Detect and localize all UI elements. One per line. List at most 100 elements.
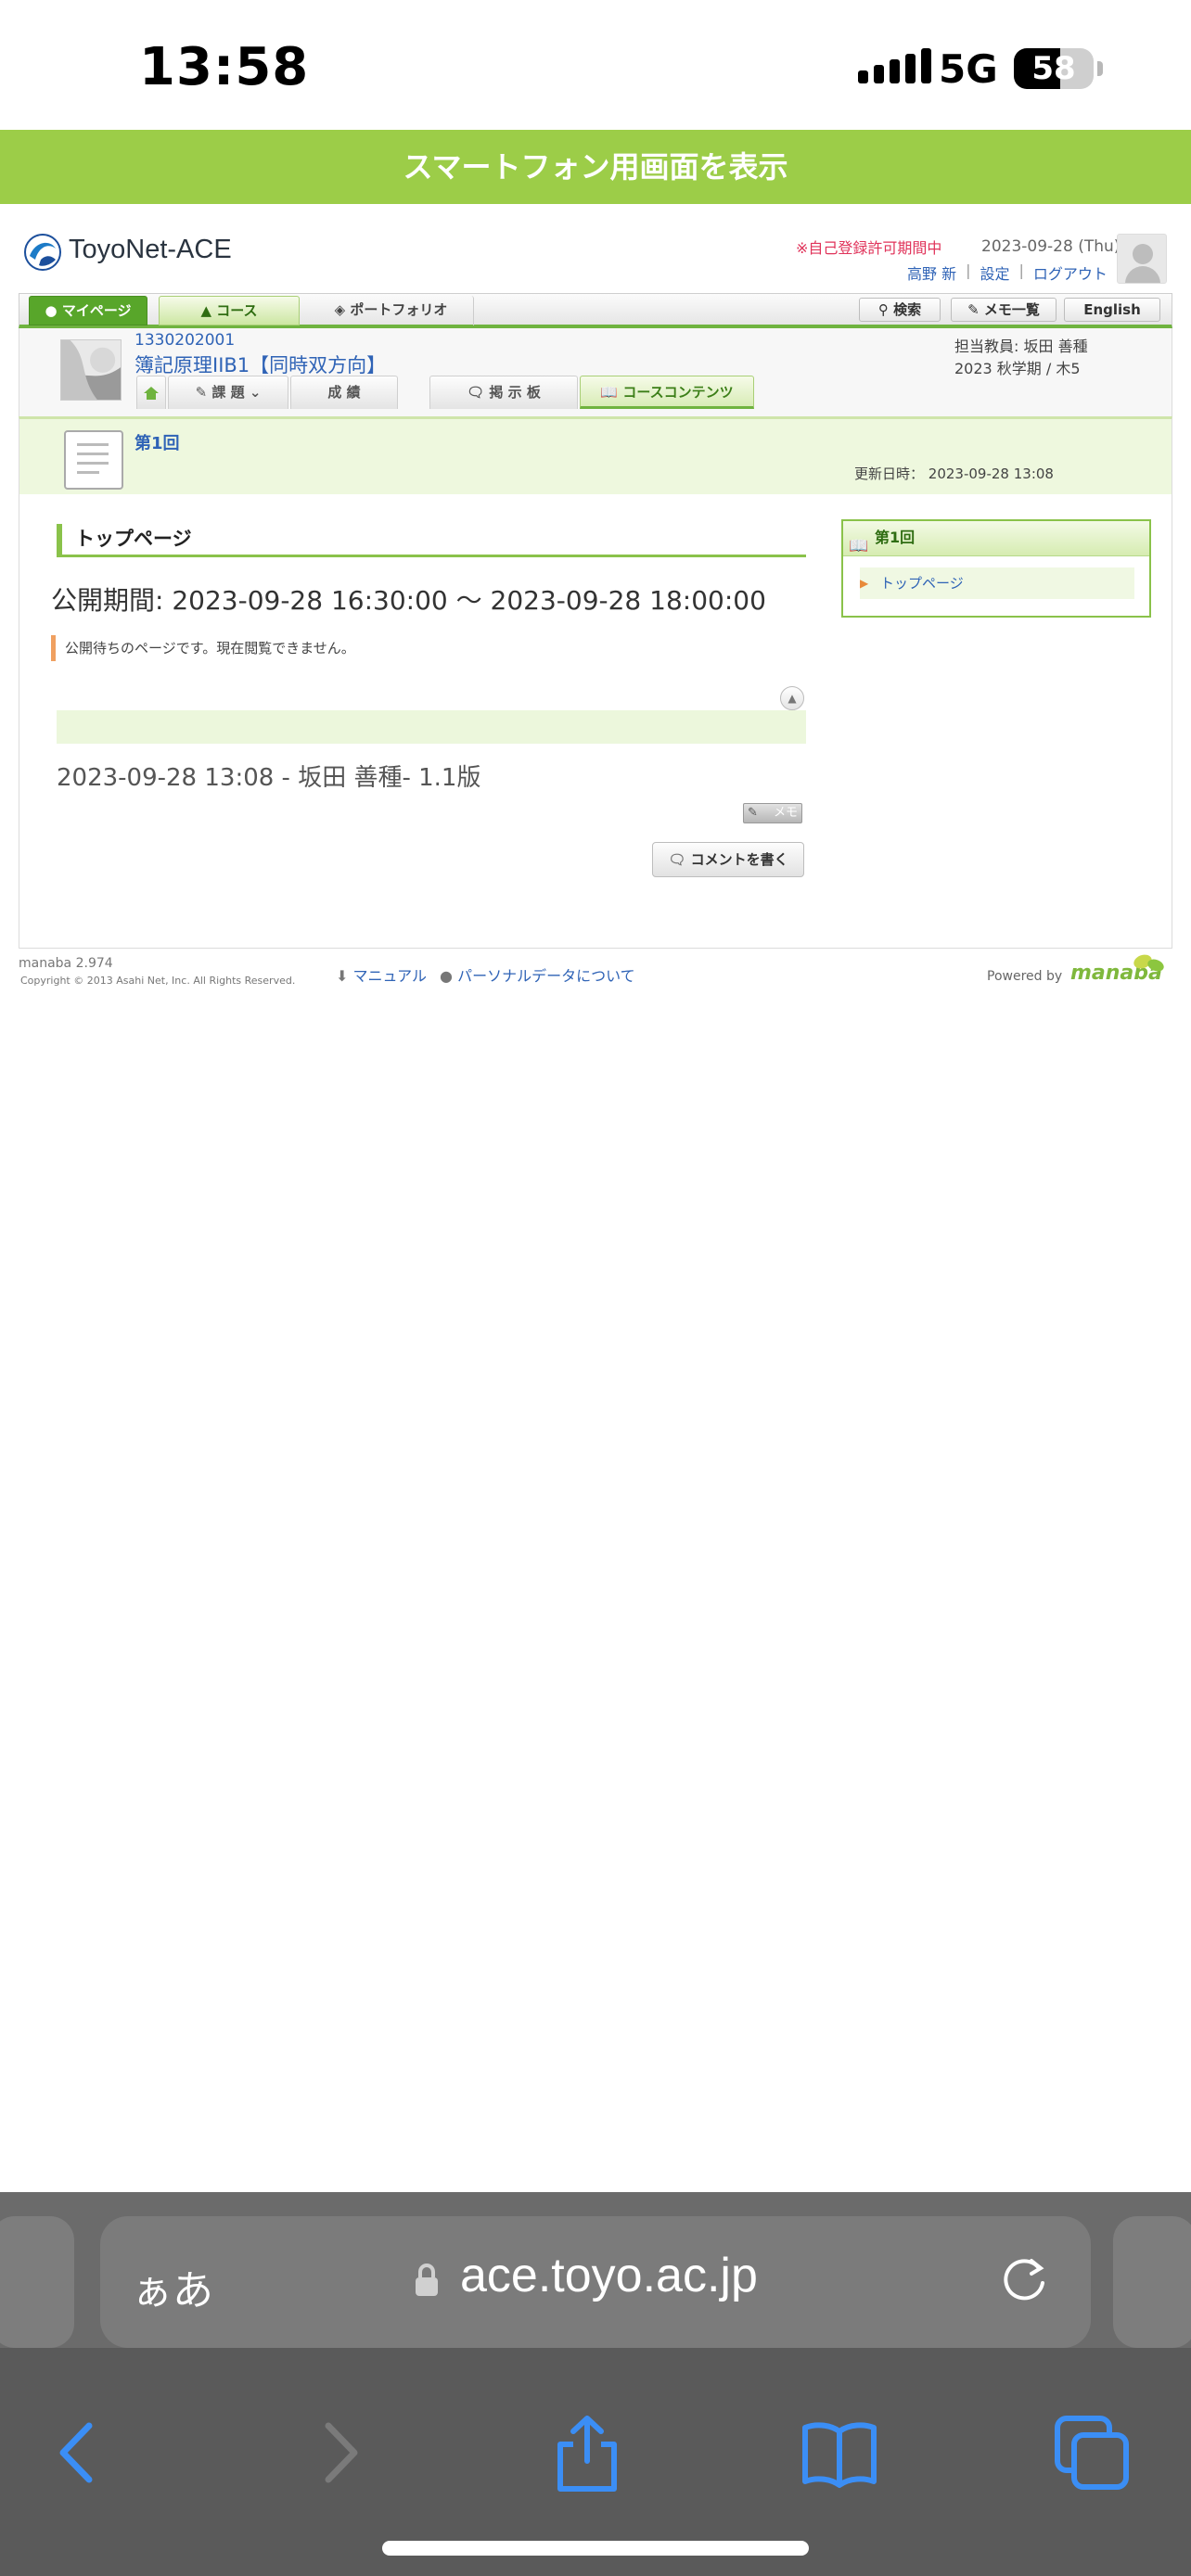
user-name-link[interactable]: 高野 新: [907, 261, 956, 284]
tab-course[interactable]: ▲ コース: [159, 296, 300, 325]
updated-value: 2023-09-28 13:08: [928, 465, 1054, 482]
bookmarks-icon[interactable]: [798, 2411, 881, 2494]
task-icon: ✎: [195, 384, 208, 401]
page-sidebar: 📖 第1回 ▶ トップページ: [841, 519, 1151, 618]
section-title: トップページ: [57, 524, 806, 557]
separator: |: [1018, 261, 1024, 279]
updated-at: 更新日時： 2023-09-28 13:08: [854, 464, 1054, 483]
book-icon: 📖: [849, 537, 869, 555]
personal-data-link[interactable]: ● パーソナルデータについて: [440, 963, 635, 986]
write-comment-button[interactable]: 🗨 コメントを書く: [652, 842, 804, 877]
forward-icon[interactable]: [297, 2411, 380, 2494]
tab-label: ポートフォリオ: [350, 301, 448, 318]
sidebar-header[interactable]: 📖 第1回: [843, 521, 1149, 556]
battery-level: 58: [1031, 50, 1076, 87]
memo-icon: ✎: [748, 806, 758, 820]
tabs-icon[interactable]: [1050, 2411, 1133, 2494]
comment-label: コメントを書く: [690, 851, 788, 868]
manual-link[interactable]: ⬇ マニュアル: [336, 963, 427, 986]
tab-label: マイページ: [61, 302, 132, 319]
page-title[interactable]: 第1回: [134, 430, 180, 454]
updated-label: 更新日時：: [854, 465, 925, 482]
battery-icon: 58: [1014, 48, 1094, 89]
avatar[interactable]: [1117, 234, 1167, 284]
self-registration-notice[interactable]: ※自己登録許可期間中: [796, 236, 941, 258]
memo-button[interactable]: ✎ メモ: [743, 803, 802, 823]
separator: |: [966, 261, 971, 279]
smartphone-view-button[interactable]: スマートフォン用画面を表示: [0, 130, 1191, 204]
memo-list-label: メモ一覧: [983, 301, 1040, 318]
manaba-version: manaba 2.974: [19, 956, 113, 971]
sidebar-item-label: トップページ: [880, 575, 964, 592]
page-header: 第1回 更新日時： 2023-09-28 13:08: [19, 416, 1172, 494]
network-type: 5G: [939, 46, 998, 92]
publish-period: 公開期間: 2023-09-28 16:30:00 〜 2023-09-28 1…: [51, 585, 766, 616]
memo-list-button[interactable]: ✎ メモ一覧: [951, 298, 1057, 322]
tab-portfolio[interactable]: ◈ ポートフォリオ: [309, 296, 474, 325]
course-teacher: 担当教員: 坂田 善種: [954, 338, 1088, 355]
content-band: [57, 710, 806, 744]
course-code[interactable]: 1330202001: [134, 331, 235, 350]
course-icon: ▲: [200, 302, 212, 319]
course-thumbnail-icon: [60, 339, 122, 401]
sidebar-title: 第1回: [875, 529, 916, 546]
copyright: Copyright © 2013 Asahi Net, Inc. All Rig…: [20, 975, 296, 987]
search-label: 検索: [893, 301, 922, 318]
url-text[interactable]: ace.toyo.ac.jp: [460, 2248, 758, 2303]
address-bar[interactable]: ぁあ ace.toyo.ac.jp: [100, 2216, 1091, 2348]
manual-label: マニュアル: [352, 967, 428, 985]
header-links: 高野 新 | 設定 | ログアウト: [907, 261, 1108, 284]
triangle-right-icon: ▶: [860, 577, 869, 590]
page-content: トップページ 公開期間: 2023-09-28 16:30:00 〜 2023-…: [19, 494, 1172, 949]
course-term: 2023 秋学期 / 木5: [954, 360, 1081, 377]
share-icon[interactable]: [545, 2411, 629, 2494]
person-icon: ●: [440, 967, 453, 985]
settings-link[interactable]: 設定: [980, 261, 1009, 284]
document-icon: [64, 430, 123, 490]
tab-grade[interactable]: 成 績: [290, 376, 398, 409]
header-date: 2023-09-28 (Thu): [981, 237, 1121, 256]
logout-link[interactable]: ログアウト: [1033, 261, 1108, 284]
tab-task[interactable]: ✎ 課 題 ⌄: [168, 376, 288, 409]
search-icon: ⚲: [877, 301, 889, 318]
version-info: 2023-09-28 13:08 - 坂田 善種- 1.1版: [57, 764, 481, 792]
manaba-leaf-icon: [1133, 954, 1164, 972]
tab-label: コース: [216, 302, 258, 319]
tab-mypage[interactable]: ● マイページ: [29, 296, 147, 325]
back-icon[interactable]: [37, 2411, 121, 2494]
lock-icon: [416, 2264, 438, 2296]
toyonet-logo-icon: [24, 234, 61, 271]
chevron-down-icon[interactable]: ⌄: [250, 384, 262, 401]
download-icon: ⬇: [336, 967, 349, 985]
course-header: 1330202001 簿記原理IIB1【同時双方向】 担当教員: 坂田 善種 2…: [19, 328, 1172, 416]
tab-course-home[interactable]: [136, 376, 166, 409]
status-time: 13:58: [139, 37, 310, 97]
status-bar: 13:58 5G 58: [0, 0, 1191, 130]
english-button[interactable]: English: [1064, 298, 1160, 322]
page-settings-button[interactable]: ぁあ: [132, 2257, 213, 2316]
memo-icon: ✎: [967, 301, 980, 318]
previous-tab-preview[interactable]: [0, 2216, 74, 2348]
sidebar-item-top-page[interactable]: ▶ トップページ: [860, 567, 1134, 599]
home-icon: [144, 387, 159, 400]
reload-icon[interactable]: [998, 2251, 1054, 2307]
course-name[interactable]: 簿記原理IIB1【同時双方向】: [134, 351, 386, 378]
scroll-top-icon[interactable]: ▲: [780, 686, 804, 710]
pending-notice: 公開待ちのページです。現在閲覧できません。: [51, 635, 355, 661]
search-button[interactable]: ⚲ 検索: [859, 298, 941, 322]
home-indicator[interactable]: [382, 2541, 809, 2556]
book-icon: 📖: [600, 384, 619, 401]
memo-label: メモ: [773, 806, 798, 820]
powered-by: Powered by: [987, 969, 1063, 984]
battery-tip: [1097, 61, 1103, 76]
footer-links: ⬇ マニュアル ● パーソナルデータについて: [336, 963, 635, 986]
next-tab-preview[interactable]: [1113, 2216, 1191, 2348]
speech-bubble-icon: 🗨: [467, 384, 485, 401]
browser-toolbar: ぁあ ace.toyo.ac.jp: [0, 2192, 1191, 2576]
tab-board[interactable]: 🗨 掲 示 板: [429, 376, 578, 409]
tab-label: 課 題: [211, 384, 245, 401]
site-logo-text[interactable]: ToyoNet-ACE: [69, 235, 232, 265]
tab-course-contents[interactable]: 📖 コースコンテンツ: [580, 376, 754, 409]
personal-data-label: パーソナルデータについて: [457, 967, 635, 985]
person-icon: ●: [45, 302, 58, 319]
